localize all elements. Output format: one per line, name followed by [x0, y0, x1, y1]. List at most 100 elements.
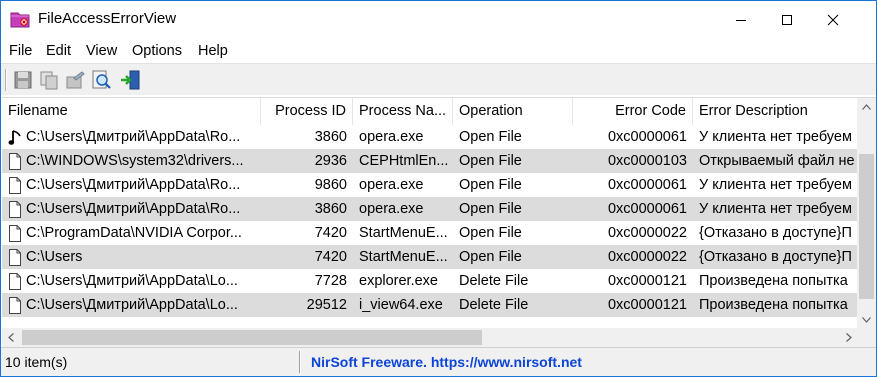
column-process-name[interactable]: Process Na...: [353, 98, 453, 125]
cell-process-id: 9860: [314, 177, 347, 193]
menu-file[interactable]: File: [9, 43, 32, 59]
properties-button[interactable]: [64, 69, 86, 91]
vertical-scrollbar[interactable]: [857, 98, 876, 328]
cell-process-name: explorer.exe: [359, 273, 438, 289]
table-row[interactable]: C:\Users\Дмитрий\AppData\Lo... 29512 i_vie…: [2, 293, 857, 317]
app-icon: [10, 12, 30, 28]
cell-process-name: StartMenuE...: [359, 225, 448, 241]
table-row[interactable]: C:\Users 7420 StartMenuE... Open File 0xc000…: [2, 245, 857, 269]
cell-error-code: 0xc0000022: [607, 225, 687, 241]
chevron-down-icon: [862, 316, 871, 323]
chevron-left-icon: [7, 333, 14, 342]
save-button[interactable]: [12, 69, 34, 91]
column-operation[interactable]: Operation: [453, 98, 573, 125]
menu-help[interactable]: Help: [198, 43, 228, 59]
scroll-up-button[interactable]: [857, 98, 876, 115]
app-window: FileAccessErrorView File Edit View Optio…: [0, 0, 877, 377]
vertical-scroll-thumb[interactable]: [859, 154, 874, 299]
scroll-right-button[interactable]: [840, 328, 857, 347]
menu-options[interactable]: Options: [132, 43, 182, 59]
cell-filename: C:\Users: [26, 249, 83, 265]
cell-error-description: У клиента нет требуем: [699, 201, 852, 217]
close-button[interactable]: [810, 1, 856, 39]
cell-filename: C:\Users\Дмитрий\AppData\Lo...: [26, 273, 238, 289]
cell-error-code: 0xc0000103: [607, 153, 687, 169]
cell-operation: Open File: [459, 153, 522, 169]
close-icon: [827, 14, 839, 26]
cell-error-description: У клиента нет требуем: [699, 177, 852, 193]
find-button[interactable]: [90, 69, 112, 91]
column-process-id[interactable]: Process ID: [261, 98, 353, 125]
title-bar: FileAccessErrorView: [1, 1, 876, 39]
cell-process-name: opera.exe: [359, 201, 424, 217]
find-icon: [92, 70, 111, 89]
horizontal-scrollbar[interactable]: [2, 328, 857, 347]
cell-process-id: 3860: [314, 201, 347, 217]
copy-button[interactable]: [38, 69, 60, 91]
cell-filename: C:\Users\Дмитрий\AppData\Ro...: [26, 129, 241, 145]
table-row[interactable]: C:\Users\Дмитрий\AppData\Ro... 3860 opera.…: [2, 125, 857, 149]
cell-error-description: Произведена попытка: [699, 273, 848, 289]
cell-operation: Open File: [459, 177, 522, 193]
cell-error-code: 0xc0000061: [607, 129, 687, 145]
cell-filename: C:\Users\Дмитрий\AppData\Ro...: [26, 177, 241, 193]
cell-error-description: Открываемый файл не: [699, 153, 855, 169]
cell-error-description: {Отказано в доступе}П: [699, 225, 852, 241]
cell-error-description: У клиента нет требуем: [699, 129, 852, 145]
save-icon: [14, 71, 32, 89]
cell-filename: C:\WINDOWS\system32\drivers...: [26, 153, 244, 169]
maximize-icon: [782, 15, 792, 25]
column-error-code[interactable]: Error Code: [573, 98, 693, 125]
toolbar: [1, 63, 876, 95]
cell-process-id: 7420: [314, 249, 347, 265]
list-header: Filename Process ID Process Na... Operat…: [2, 98, 857, 125]
window-title: FileAccessErrorView: [38, 10, 177, 27]
table-row[interactable]: C:\Users\Дмитрий\AppData\Lo... 7728 explor…: [2, 269, 857, 293]
properties-icon: [66, 71, 85, 89]
cell-process-name: CEPHtmlEn...: [359, 153, 449, 169]
cell-operation: Open File: [459, 129, 522, 145]
status-divider: [299, 351, 301, 373]
cell-error-code: 0xc0000061: [607, 177, 687, 193]
column-filename[interactable]: Filename: [2, 98, 261, 125]
cell-filename: C:\ProgramData\NVIDIA Corpor...: [26, 225, 242, 241]
column-error-description[interactable]: Error Description: [693, 98, 863, 125]
cell-process-name: opera.exe: [359, 177, 424, 193]
cell-process-name: opera.exe: [359, 129, 424, 145]
maximize-button[interactable]: [764, 1, 810, 39]
table-row[interactable]: C:\WINDOWS\system32\drivers... 2936 CEPHtm…: [2, 149, 857, 173]
cell-process-id: 3860: [314, 129, 347, 145]
horizontal-scroll-thumb[interactable]: [22, 330, 482, 345]
table-row[interactable]: C:\Users\Дмитрий\AppData\Ro... 9860 opera.…: [2, 173, 857, 197]
cell-operation: Delete File: [459, 273, 529, 289]
scroll-down-button[interactable]: [857, 311, 876, 328]
cell-process-id: 7420: [314, 225, 347, 241]
exit-button[interactable]: [119, 69, 141, 91]
cell-operation: Open File: [459, 249, 522, 265]
scrollbar-corner: [857, 328, 876, 347]
cell-filename: C:\Users\Дмитрий\AppData\Lo...: [26, 297, 238, 313]
cell-process-id: 7728: [314, 273, 347, 289]
error-list[interactable]: Filename Process ID Process Na... Operat…: [2, 97, 876, 347]
cell-process-name: StartMenuE...: [359, 249, 448, 265]
copy-icon: [40, 71, 58, 90]
cell-error-description: Произведена попытка: [699, 297, 848, 313]
item-count: 10 item(s): [5, 354, 68, 370]
nirsoft-link[interactable]: NirSoft Freeware. https://www.nirsoft.ne…: [311, 354, 582, 370]
cell-error-code: 0xc0000022: [607, 249, 687, 265]
cell-error-code: 0xc0000121: [607, 297, 687, 313]
table-row[interactable]: C:\Users\Дмитрий\AppData\Ro... 3860 opera.…: [2, 197, 857, 221]
table-row[interactable]: C:\ProgramData\NVIDIA Corpor... 7420 Start…: [2, 221, 857, 245]
menu-view[interactable]: View: [86, 43, 117, 59]
cell-operation: Open File: [459, 225, 522, 241]
minimize-icon: [736, 20, 746, 21]
status-bar: 10 item(s) NirSoft Freeware. https://www…: [1, 347, 876, 376]
cell-error-description: {Отказано в доступе}П: [699, 249, 852, 265]
menu-edit[interactable]: Edit: [46, 43, 71, 59]
chevron-right-icon: [845, 333, 852, 342]
cell-error-code: 0xc0000121: [607, 273, 687, 289]
scroll-left-button[interactable]: [2, 328, 19, 347]
minimize-button[interactable]: [718, 1, 764, 39]
toolbar-grip: [5, 69, 7, 91]
exit-icon: [121, 70, 140, 90]
